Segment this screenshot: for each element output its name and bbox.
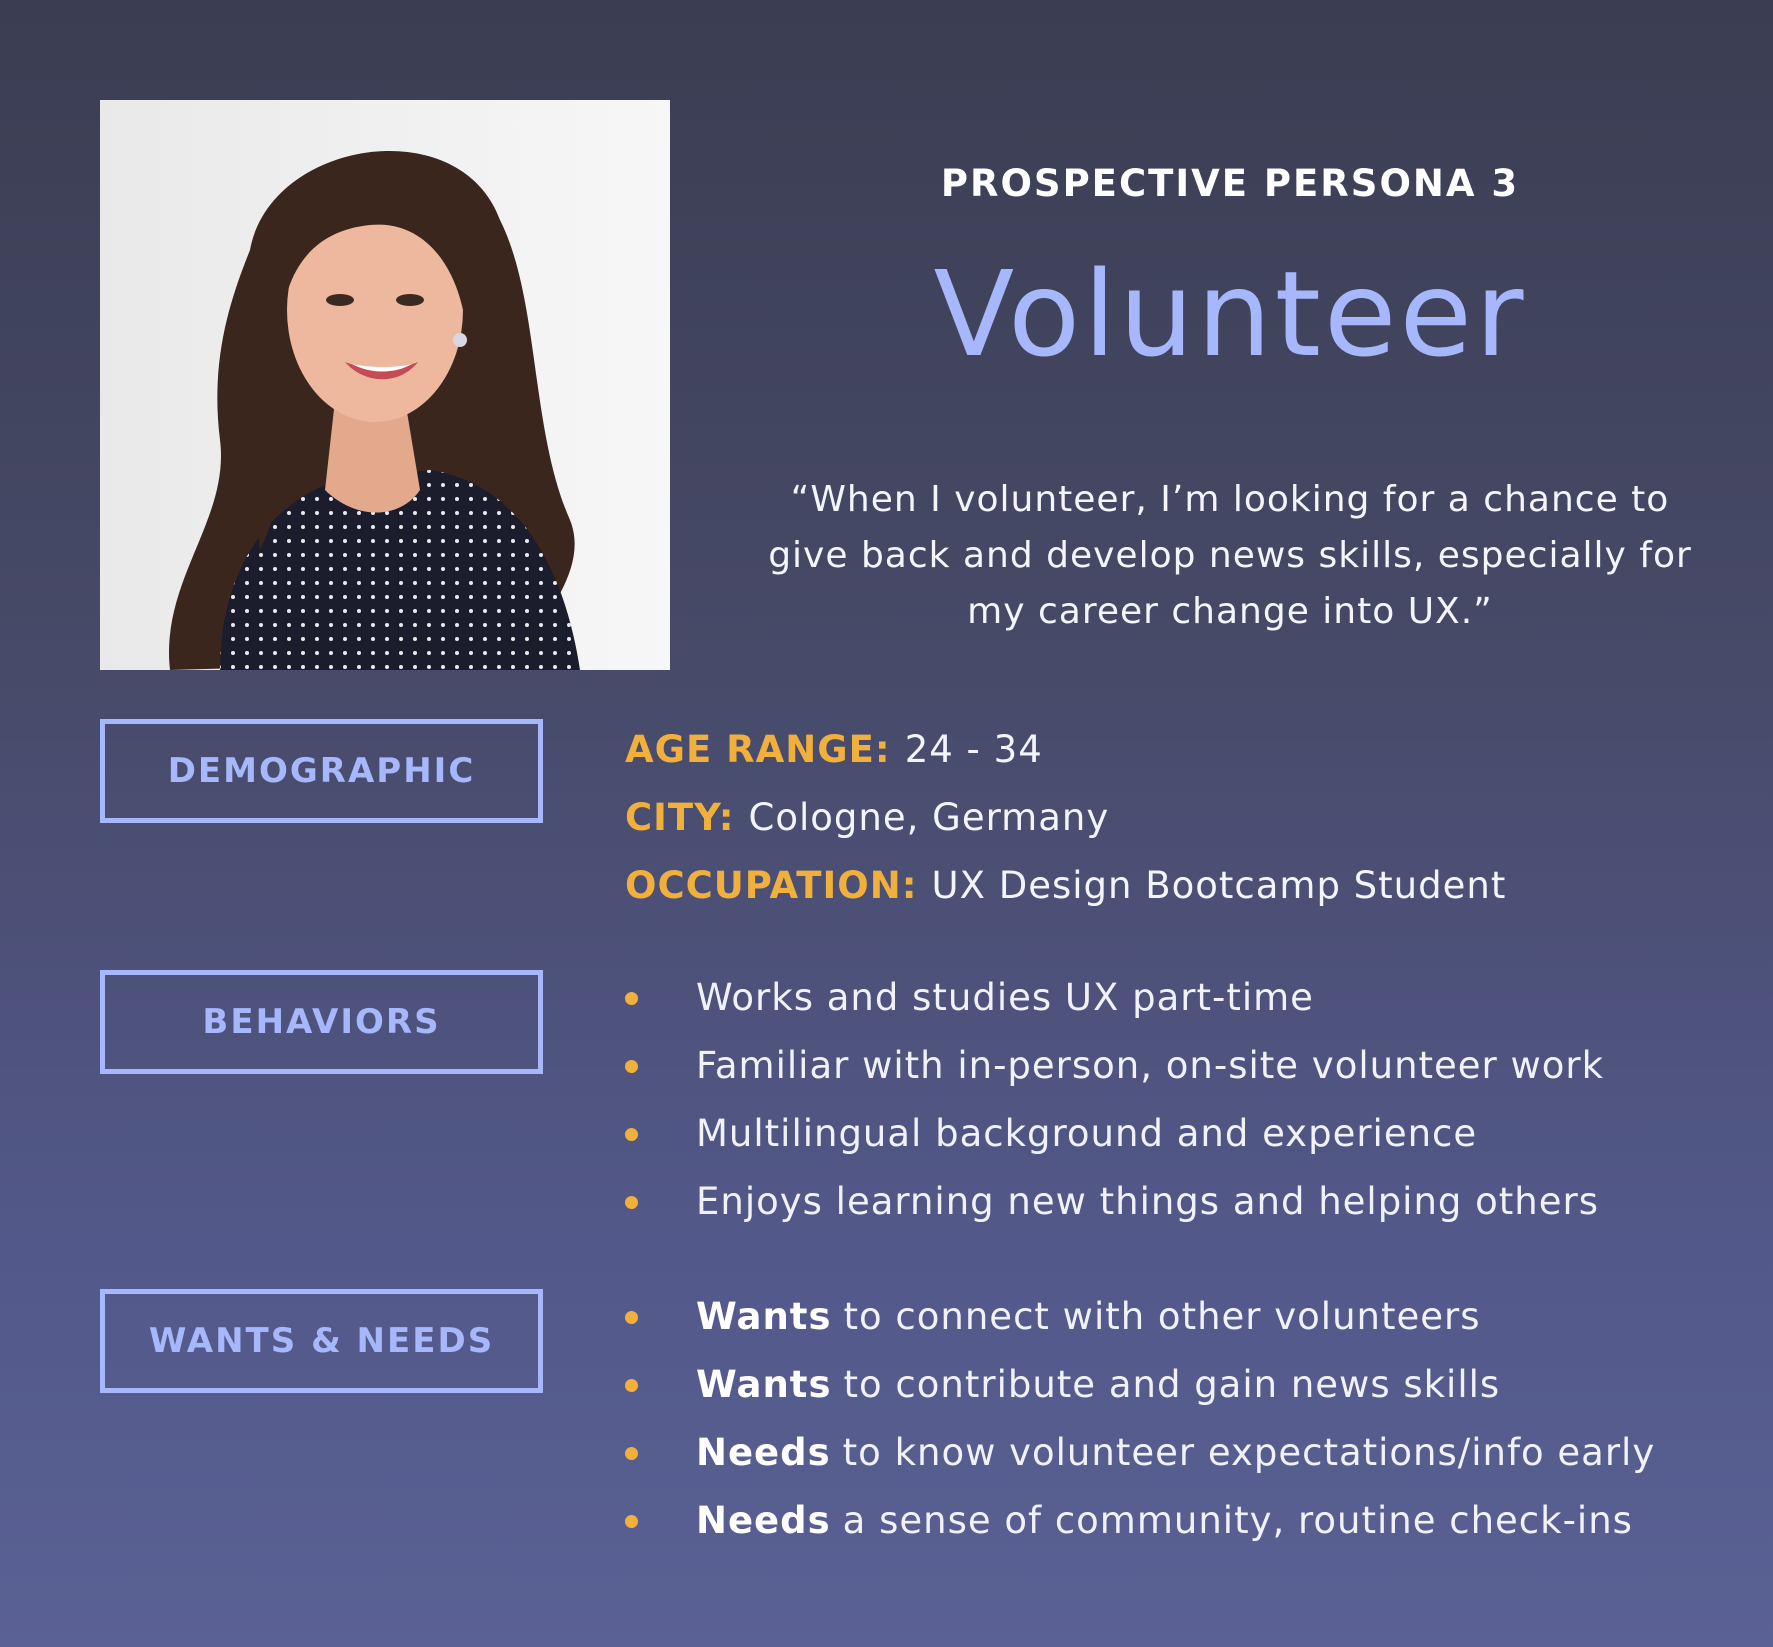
bullet-dot-icon	[625, 1378, 638, 1392]
demographic-occupation: OCCUPATION: UX Design Bootcamp Student	[625, 852, 1725, 920]
wants-needs-item: Wants to connect with other volunteers	[625, 1283, 1745, 1351]
wants-needs-text: to contribute and gain news skills	[843, 1363, 1501, 1406]
wants-needs-item: Needs a sense of community, routine check…	[625, 1487, 1745, 1555]
behavior-item: Works and studies UX part-time	[625, 964, 1745, 1032]
wants-needs-item: Needs to know volunteer expectations/info…	[625, 1419, 1745, 1487]
behavior-item: Multilingual background and experience	[625, 1100, 1745, 1168]
wants-needs-text: to know volunteer expectations/info earl…	[842, 1431, 1656, 1474]
wants-needs-lead: Wants	[696, 1363, 832, 1406]
demographic-value: UX Design Bootcamp Student	[931, 864, 1507, 907]
wants-needs-text: a sense of community, routine check-ins	[842, 1499, 1633, 1542]
wants-needs-text: to connect with other volunteers	[843, 1295, 1481, 1338]
demographic-age-range: AGE RANGE: 24 - 34	[625, 716, 1725, 784]
behavior-text: Enjoys learning new things and helping o…	[696, 1180, 1600, 1223]
demographic-value: Cologne, Germany	[748, 796, 1110, 839]
bullet-dot-icon	[625, 1127, 638, 1141]
demographic-key: CITY:	[625, 796, 735, 839]
bullet-dot-icon	[625, 1446, 638, 1460]
wants-needs-lead: Needs	[696, 1499, 831, 1542]
behavior-text: Multilingual background and experience	[696, 1112, 1478, 1155]
demographic-key: OCCUPATION:	[625, 864, 918, 907]
behavior-text: Familiar with in-person, on-site volunte…	[696, 1044, 1605, 1087]
behavior-item: Enjoys learning new things and helping o…	[625, 1168, 1745, 1236]
demographic-label: DEMOGRAPHIC	[100, 719, 543, 823]
demographic-list: AGE RANGE: 24 - 34 CITY: Cologne, Germany …	[625, 716, 1725, 920]
behavior-item: Familiar with in-person, on-site volunte…	[625, 1032, 1745, 1100]
wants-needs-label: WANTS & NEEDS	[100, 1289, 543, 1393]
demographic-key: AGE RANGE:	[625, 728, 891, 771]
wants-needs-list: Wants to connect with other volunteers Wa…	[625, 1283, 1745, 1555]
wants-needs-item: Wants to contribute and gain news skills	[625, 1351, 1745, 1419]
persona-quote: “When I volunteer, I’m looking for a cha…	[768, 479, 1692, 632]
persona-portrait-illustration	[100, 100, 670, 670]
persona-title: Volunteer	[933, 245, 1527, 383]
persona-photo	[100, 100, 670, 670]
demographic-city: CITY: Cologne, Germany	[625, 784, 1725, 852]
bullet-dot-icon	[625, 1195, 638, 1209]
behaviors-label: BEHAVIORS	[100, 970, 543, 1074]
bullet-dot-icon	[625, 1514, 638, 1528]
wants-needs-lead: Needs	[696, 1431, 831, 1474]
bullet-dot-icon	[625, 1059, 638, 1073]
behavior-text: Works and studies UX part-time	[696, 976, 1314, 1019]
persona-kicker: PROSPECTIVE PERSONA 3	[940, 162, 1520, 205]
bullet-dot-icon	[625, 1310, 638, 1324]
behaviors-list: Works and studies UX part-time Familiar …	[625, 964, 1745, 1236]
wants-needs-lead: Wants	[696, 1295, 832, 1338]
demographic-value: 24 - 34	[904, 728, 1043, 771]
bullet-dot-icon	[625, 991, 638, 1005]
